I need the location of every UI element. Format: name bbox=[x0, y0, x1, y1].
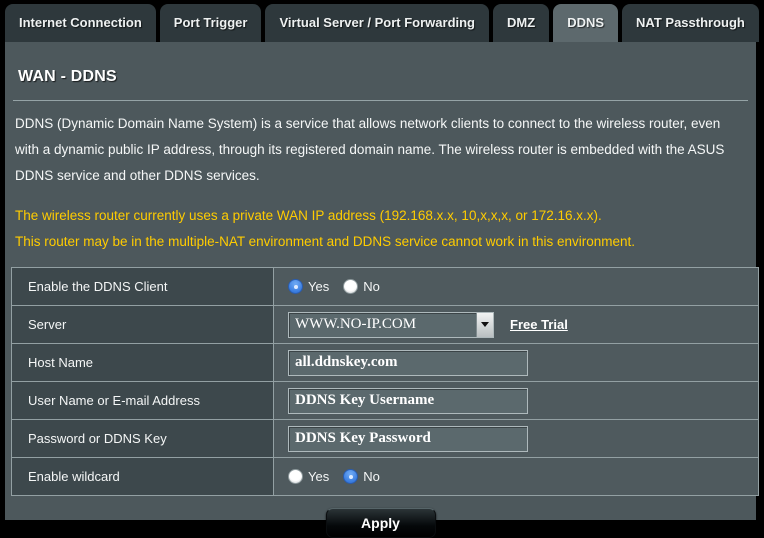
apply-row: Apply bbox=[8, 508, 753, 538]
server-select[interactable]: WWW.NO-IP.COM bbox=[288, 311, 494, 338]
radio-unselected-icon[interactable] bbox=[288, 469, 303, 484]
tab-port-trigger[interactable]: Port Trigger bbox=[159, 4, 262, 42]
table-row-enable-ddns: Enable the DDNS Client Yes No bbox=[11, 267, 759, 306]
enable-ddns-no-label: No bbox=[363, 279, 380, 294]
wildcard-yes-option[interactable]: Yes bbox=[288, 469, 329, 484]
enable-ddns-yes-option[interactable]: Yes bbox=[288, 279, 329, 294]
tab-nat-passthrough[interactable]: NAT Passthrough bbox=[622, 4, 759, 42]
tab-bar: Internet Connection Port Trigger Virtual… bbox=[0, 0, 764, 42]
ddns-description: DDNS (Dynamic Domain Name System) is a s… bbox=[15, 116, 725, 183]
username-label: User Name or E-mail Address bbox=[11, 381, 274, 420]
radio-selected-icon[interactable] bbox=[343, 469, 359, 484]
chevron-down-icon bbox=[481, 322, 489, 327]
username-input[interactable] bbox=[288, 387, 528, 414]
server-label: Server bbox=[11, 305, 274, 344]
radio-selected-icon[interactable] bbox=[288, 279, 303, 294]
wildcard-yes-label: Yes bbox=[308, 469, 330, 484]
warning-message: The wireless router currently uses a pri… bbox=[8, 189, 753, 255]
table-row-host-name: Host Name bbox=[11, 343, 759, 382]
enable-ddns-label: Enable the DDNS Client bbox=[11, 267, 274, 306]
radio-unselected-icon[interactable] bbox=[343, 279, 359, 294]
tab-dmz[interactable]: DMZ bbox=[493, 4, 550, 42]
table-row-wildcard: Enable wildcard Yes No bbox=[11, 457, 759, 496]
apply-button[interactable]: Apply bbox=[325, 508, 436, 538]
host-name-label: Host Name bbox=[11, 343, 274, 382]
server-select-dropdown-button[interactable] bbox=[476, 312, 493, 337]
wildcard-no-option[interactable]: No bbox=[343, 469, 380, 484]
tab-ddns[interactable]: DDNS bbox=[553, 4, 619, 42]
free-trial-link[interactable]: Free Trial bbox=[510, 317, 568, 332]
password-label: Password or DDNS Key bbox=[11, 419, 274, 458]
page-title: WAN - DDNS bbox=[18, 68, 117, 85]
tab-virtual-server-port-forwarding[interactable]: Virtual Server / Port Forwarding bbox=[265, 4, 490, 42]
enable-ddns-radio-group: Yes No bbox=[288, 279, 758, 294]
ddns-settings-table: Enable the DDNS Client Yes No Server WWW… bbox=[11, 267, 759, 496]
host-name-input[interactable] bbox=[288, 349, 528, 376]
tab-internet-connection[interactable]: Internet Connection bbox=[5, 4, 156, 42]
table-row-password: Password or DDNS Key bbox=[11, 419, 759, 458]
wildcard-no-label: No bbox=[363, 469, 380, 484]
wildcard-label: Enable wildcard bbox=[11, 457, 274, 496]
enable-ddns-no-option[interactable]: No bbox=[343, 279, 380, 294]
wildcard-radio-group: Yes No bbox=[288, 469, 758, 484]
warning-line-1: The wireless router currently uses a pri… bbox=[15, 208, 602, 223]
warning-line-2: This router may be in the multiple-NAT e… bbox=[15, 234, 636, 249]
server-select-value: WWW.NO-IP.COM bbox=[295, 316, 417, 332]
password-input[interactable] bbox=[288, 425, 528, 452]
table-row-server: Server WWW.NO-IP.COM Free Trial bbox=[11, 305, 759, 344]
table-row-username: User Name or E-mail Address bbox=[11, 381, 759, 420]
enable-ddns-yes-label: Yes bbox=[308, 279, 330, 294]
content-panel: WAN - DDNS DDNS (Dynamic Domain Name Sys… bbox=[5, 42, 759, 538]
